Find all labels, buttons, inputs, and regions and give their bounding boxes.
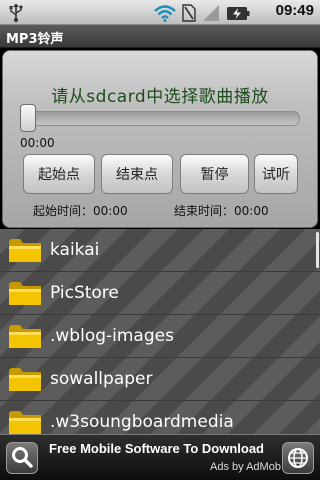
ad-search-button[interactable] — [6, 442, 38, 474]
list-scrollbar[interactable] — [316, 232, 319, 268]
ad-attribution: Ads by AdMob — [210, 461, 281, 473]
folder-icon — [9, 368, 41, 391]
usb-icon — [9, 3, 23, 22]
app-title-bar: MP3铃声 — [0, 25, 320, 48]
ad-title[interactable]: Free Mobile Software To Download — [49, 441, 264, 456]
folder-icon — [9, 282, 41, 305]
preview-button[interactable]: 试听 — [254, 154, 298, 194]
status-time: 09:49 — [275, 2, 314, 19]
file-name: kaikai — [50, 240, 100, 260]
folder-icon — [9, 411, 41, 434]
no-sim-icon — [182, 3, 196, 22]
folder-icon — [9, 239, 41, 262]
globe-icon — [288, 448, 308, 468]
search-icon — [12, 447, 33, 468]
seek-time: 00:00 — [20, 136, 55, 150]
app-title: MP3铃声 — [6, 32, 64, 47]
seek-bar[interactable] — [20, 111, 300, 126]
status-icons — [154, 3, 250, 22]
file-name: PicStore — [50, 283, 119, 303]
ad-browser-button[interactable] — [282, 442, 314, 474]
ad-banner[interactable]: Free Mobile Software To Download Ads by … — [0, 434, 320, 480]
instruction-text: 请从sdcard中选择歌曲播放 — [51, 87, 269, 107]
signal-icon — [203, 4, 219, 21]
start-time-label: 起始时间：00:00 — [33, 204, 128, 218]
list-item[interactable]: .wblog-images — [0, 315, 320, 358]
seek-thumb[interactable] — [20, 104, 36, 132]
list-item[interactable]: .w3soungboardmedia — [0, 401, 320, 434]
folder-icon — [9, 325, 41, 348]
end-point-button[interactable]: 结束点 — [101, 154, 173, 194]
file-name: .wblog-images — [50, 326, 174, 346]
wifi-icon — [154, 4, 176, 22]
status-bar: 09:49 — [0, 0, 320, 25]
list-item[interactable]: sowallpaper — [0, 358, 320, 401]
file-name: .w3soungboardmedia — [50, 412, 234, 432]
end-time-label: 结束时间：00:00 — [174, 204, 269, 218]
battery-charging-icon — [227, 6, 250, 20]
file-list[interactable]: kaikai PicStore .wblog-images sowallpape… — [0, 229, 320, 434]
file-name: sowallpaper — [50, 369, 153, 389]
pause-button[interactable]: 暂停 — [180, 154, 249, 194]
list-item[interactable]: kaikai — [0, 229, 320, 272]
list-item[interactable]: PicStore — [0, 272, 320, 315]
start-point-button[interactable]: 起始点 — [23, 154, 95, 194]
